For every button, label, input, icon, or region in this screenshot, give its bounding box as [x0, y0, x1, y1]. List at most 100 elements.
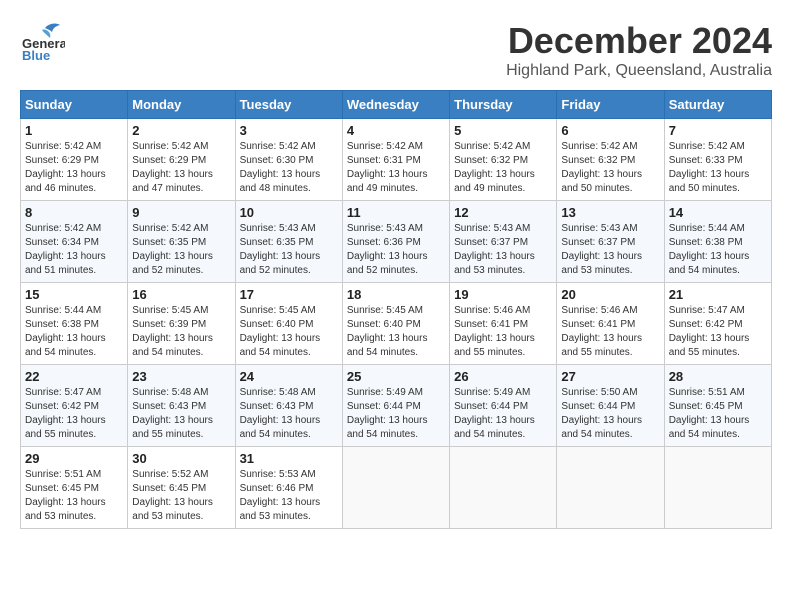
calendar-cell: 26 Sunrise: 5:49 AM Sunset: 6:44 PM Dayl…	[450, 365, 557, 447]
calendar-cell	[557, 447, 664, 529]
day-number: 20	[561, 287, 659, 302]
day-info: Sunrise: 5:49 AM Sunset: 6:44 PM Dayligh…	[347, 386, 445, 442]
calendar-week-row: 1 Sunrise: 5:42 AM Sunset: 6:29 PM Dayli…	[21, 119, 772, 201]
day-info: Sunrise: 5:42 AM Sunset: 6:35 PM Dayligh…	[132, 222, 230, 278]
calendar-cell: 27 Sunrise: 5:50 AM Sunset: 6:44 PM Dayl…	[557, 365, 664, 447]
day-info: Sunrise: 5:42 AM Sunset: 6:29 PM Dayligh…	[132, 140, 230, 196]
day-info: Sunrise: 5:51 AM Sunset: 6:45 PM Dayligh…	[669, 386, 767, 442]
page-title: December 2024	[506, 20, 772, 62]
calendar-cell: 31 Sunrise: 5:53 AM Sunset: 6:46 PM Dayl…	[235, 447, 342, 529]
calendar-cell: 10 Sunrise: 5:43 AM Sunset: 6:35 PM Dayl…	[235, 201, 342, 283]
day-number: 14	[669, 205, 767, 220]
calendar-week-row: 8 Sunrise: 5:42 AM Sunset: 6:34 PM Dayli…	[21, 201, 772, 283]
calendar-cell: 18 Sunrise: 5:45 AM Sunset: 6:40 PM Dayl…	[342, 283, 449, 365]
calendar-week-row: 15 Sunrise: 5:44 AM Sunset: 6:38 PM Dayl…	[21, 283, 772, 365]
day-info: Sunrise: 5:44 AM Sunset: 6:38 PM Dayligh…	[25, 304, 123, 360]
day-number: 4	[347, 123, 445, 138]
calendar-cell: 2 Sunrise: 5:42 AM Sunset: 6:29 PM Dayli…	[128, 119, 235, 201]
calendar-cell: 30 Sunrise: 5:52 AM Sunset: 6:45 PM Dayl…	[128, 447, 235, 529]
title-block: December 2024 Highland Park, Queensland,…	[506, 20, 772, 80]
calendar-cell: 19 Sunrise: 5:46 AM Sunset: 6:41 PM Dayl…	[450, 283, 557, 365]
calendar-cell: 9 Sunrise: 5:42 AM Sunset: 6:35 PM Dayli…	[128, 201, 235, 283]
day-info: Sunrise: 5:42 AM Sunset: 6:29 PM Dayligh…	[25, 140, 123, 196]
day-info: Sunrise: 5:51 AM Sunset: 6:45 PM Dayligh…	[25, 468, 123, 524]
day-info: Sunrise: 5:48 AM Sunset: 6:43 PM Dayligh…	[240, 386, 338, 442]
calendar-cell: 6 Sunrise: 5:42 AM Sunset: 6:32 PM Dayli…	[557, 119, 664, 201]
day-number: 28	[669, 369, 767, 384]
day-info: Sunrise: 5:42 AM Sunset: 6:32 PM Dayligh…	[454, 140, 552, 196]
day-number: 6	[561, 123, 659, 138]
calendar-cell: 17 Sunrise: 5:45 AM Sunset: 6:40 PM Dayl…	[235, 283, 342, 365]
calendar-cell: 5 Sunrise: 5:42 AM Sunset: 6:32 PM Dayli…	[450, 119, 557, 201]
day-info: Sunrise: 5:42 AM Sunset: 6:31 PM Dayligh…	[347, 140, 445, 196]
day-info: Sunrise: 5:53 AM Sunset: 6:46 PM Dayligh…	[240, 468, 338, 524]
day-number: 9	[132, 205, 230, 220]
day-number: 15	[25, 287, 123, 302]
day-number: 5	[454, 123, 552, 138]
day-number: 12	[454, 205, 552, 220]
day-info: Sunrise: 5:43 AM Sunset: 6:37 PM Dayligh…	[454, 222, 552, 278]
day-number: 22	[25, 369, 123, 384]
day-info: Sunrise: 5:46 AM Sunset: 6:41 PM Dayligh…	[561, 304, 659, 360]
calendar-cell: 24 Sunrise: 5:48 AM Sunset: 6:43 PM Dayl…	[235, 365, 342, 447]
weekday-header: Saturday	[664, 91, 771, 119]
calendar-cell: 25 Sunrise: 5:49 AM Sunset: 6:44 PM Dayl…	[342, 365, 449, 447]
calendar-table: SundayMondayTuesdayWednesdayThursdayFrid…	[20, 90, 772, 529]
day-info: Sunrise: 5:42 AM Sunset: 6:33 PM Dayligh…	[669, 140, 767, 196]
day-info: Sunrise: 5:42 AM Sunset: 6:34 PM Dayligh…	[25, 222, 123, 278]
weekday-header: Friday	[557, 91, 664, 119]
day-number: 11	[347, 205, 445, 220]
calendar-week-row: 22 Sunrise: 5:47 AM Sunset: 6:42 PM Dayl…	[21, 365, 772, 447]
day-info: Sunrise: 5:43 AM Sunset: 6:35 PM Dayligh…	[240, 222, 338, 278]
day-info: Sunrise: 5:47 AM Sunset: 6:42 PM Dayligh…	[669, 304, 767, 360]
logo-icon: General Blue	[20, 20, 65, 60]
day-info: Sunrise: 5:43 AM Sunset: 6:36 PM Dayligh…	[347, 222, 445, 278]
day-number: 17	[240, 287, 338, 302]
day-number: 31	[240, 451, 338, 466]
weekday-header: Tuesday	[235, 91, 342, 119]
page-header: General Blue December 2024 Highland Park…	[20, 20, 772, 80]
day-info: Sunrise: 5:47 AM Sunset: 6:42 PM Dayligh…	[25, 386, 123, 442]
weekday-header: Sunday	[21, 91, 128, 119]
calendar-week-row: 29 Sunrise: 5:51 AM Sunset: 6:45 PM Dayl…	[21, 447, 772, 529]
day-info: Sunrise: 5:42 AM Sunset: 6:32 PM Dayligh…	[561, 140, 659, 196]
calendar-cell	[664, 447, 771, 529]
svg-text:Blue: Blue	[22, 48, 50, 60]
day-number: 16	[132, 287, 230, 302]
calendar-cell: 23 Sunrise: 5:48 AM Sunset: 6:43 PM Dayl…	[128, 365, 235, 447]
day-number: 24	[240, 369, 338, 384]
weekday-header: Wednesday	[342, 91, 449, 119]
calendar-cell	[342, 447, 449, 529]
logo: General Blue	[20, 20, 65, 60]
day-number: 23	[132, 369, 230, 384]
day-number: 1	[25, 123, 123, 138]
calendar-cell: 16 Sunrise: 5:45 AM Sunset: 6:39 PM Dayl…	[128, 283, 235, 365]
day-info: Sunrise: 5:50 AM Sunset: 6:44 PM Dayligh…	[561, 386, 659, 442]
day-number: 10	[240, 205, 338, 220]
calendar-cell: 1 Sunrise: 5:42 AM Sunset: 6:29 PM Dayli…	[21, 119, 128, 201]
weekday-header: Monday	[128, 91, 235, 119]
day-number: 27	[561, 369, 659, 384]
calendar-cell: 12 Sunrise: 5:43 AM Sunset: 6:37 PM Dayl…	[450, 201, 557, 283]
calendar-cell: 3 Sunrise: 5:42 AM Sunset: 6:30 PM Dayli…	[235, 119, 342, 201]
calendar-cell: 20 Sunrise: 5:46 AM Sunset: 6:41 PM Dayl…	[557, 283, 664, 365]
calendar-cell	[450, 447, 557, 529]
calendar-cell: 13 Sunrise: 5:43 AM Sunset: 6:37 PM Dayl…	[557, 201, 664, 283]
calendar-header-row: SundayMondayTuesdayWednesdayThursdayFrid…	[21, 91, 772, 119]
weekday-header: Thursday	[450, 91, 557, 119]
day-number: 19	[454, 287, 552, 302]
calendar-cell: 8 Sunrise: 5:42 AM Sunset: 6:34 PM Dayli…	[21, 201, 128, 283]
calendar-cell: 7 Sunrise: 5:42 AM Sunset: 6:33 PM Dayli…	[664, 119, 771, 201]
day-info: Sunrise: 5:44 AM Sunset: 6:38 PM Dayligh…	[669, 222, 767, 278]
day-number: 3	[240, 123, 338, 138]
day-number: 8	[25, 205, 123, 220]
day-number: 13	[561, 205, 659, 220]
calendar-cell: 22 Sunrise: 5:47 AM Sunset: 6:42 PM Dayl…	[21, 365, 128, 447]
day-number: 25	[347, 369, 445, 384]
day-number: 26	[454, 369, 552, 384]
page-subtitle: Highland Park, Queensland, Australia	[506, 62, 772, 80]
day-number: 29	[25, 451, 123, 466]
day-info: Sunrise: 5:52 AM Sunset: 6:45 PM Dayligh…	[132, 468, 230, 524]
day-info: Sunrise: 5:48 AM Sunset: 6:43 PM Dayligh…	[132, 386, 230, 442]
calendar-cell: 11 Sunrise: 5:43 AM Sunset: 6:36 PM Dayl…	[342, 201, 449, 283]
